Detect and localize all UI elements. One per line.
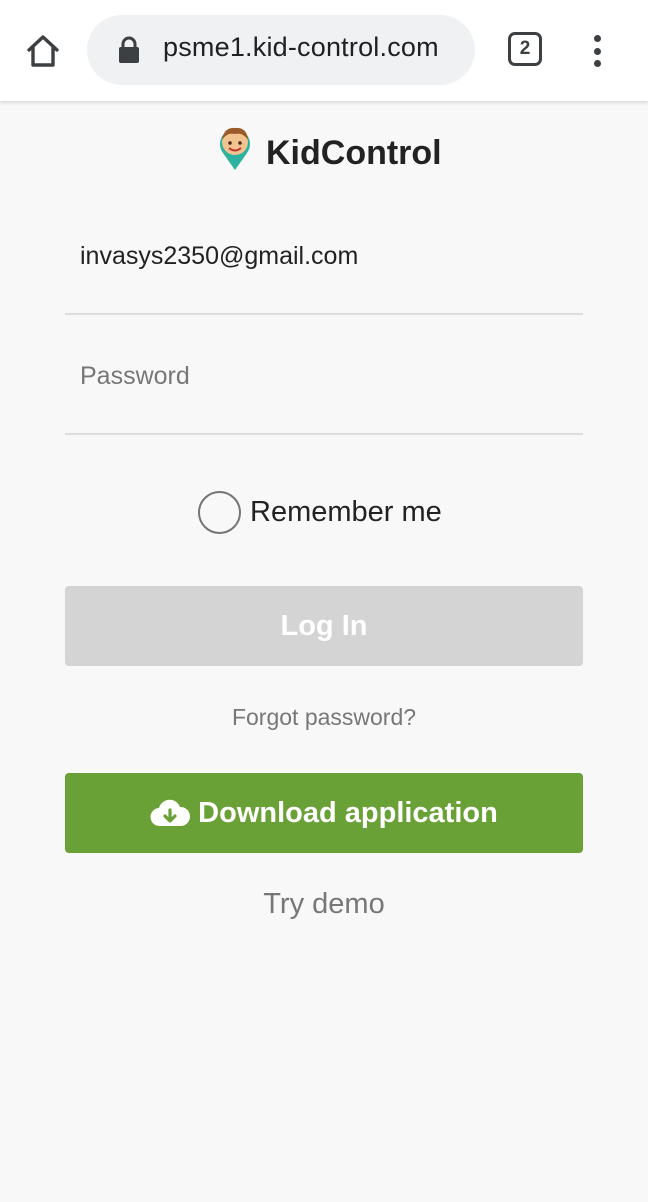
url-text[interactable]: psme1.kid-control.com [163,32,439,63]
lock-icon [119,36,139,63]
tab-count: 2 [519,38,531,59]
email-field[interactable] [80,235,570,277]
brand-name: KidControl [266,134,442,172]
download-application-button[interactable]: Download application [65,773,583,853]
login-button-label: Log In [280,609,368,642]
login-button[interactable]: Log In [65,586,583,666]
remember-me[interactable]: Remember me [198,490,442,534]
password-field[interactable] [80,355,570,397]
home-icon [27,35,59,67]
tabs-button[interactable]: 2 [508,32,542,66]
email-field-container [65,235,583,315]
cloud-download-icon [150,799,191,827]
password-field-container [65,355,583,435]
kid-location-pin-icon [220,127,250,170]
forgot-password-link[interactable]: Forgot password? [0,704,648,731]
remember-me-radio[interactable] [198,490,241,534]
try-demo-link[interactable]: Try demo [0,888,648,921]
more-vert-icon[interactable] [582,32,612,70]
home-button[interactable] [22,30,64,72]
browser-toolbar: psme1.kid-control.com 2 [0,0,648,101]
download-application-label: Download application [198,796,498,829]
brand-header: KidControl [0,120,648,180]
remember-me-label[interactable]: Remember me [250,496,442,529]
